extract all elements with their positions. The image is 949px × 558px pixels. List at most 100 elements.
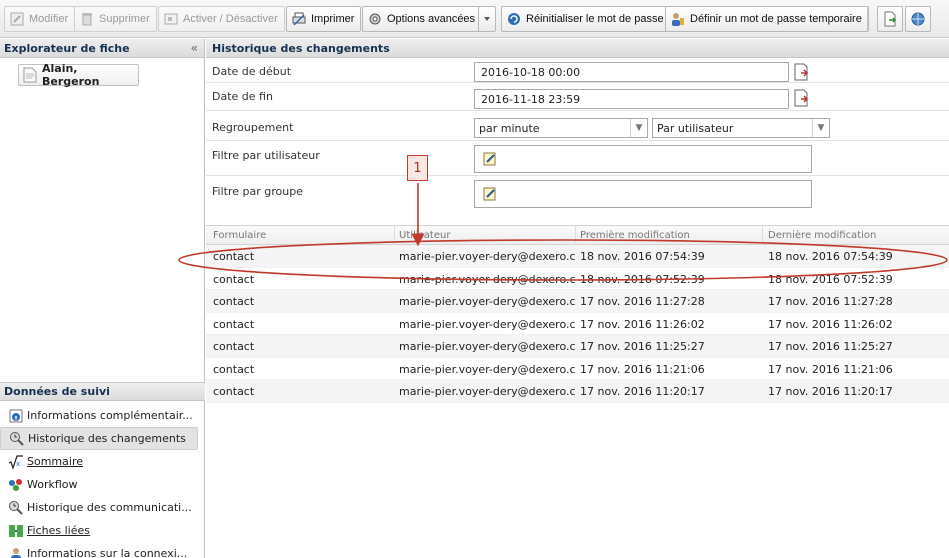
start-date-row: Date de début 2016-10-18 00:00 [206,59,949,83]
left-panel: Explorateur de fiche « Alain, Bergeron D… [0,39,205,558]
toolbar: Modifier Supprimer Activer / Désactiver … [0,0,949,38]
help-button[interactable] [905,6,931,32]
advanced-options-button[interactable]: Options avancées [362,6,483,32]
cell-last-modification: 18 nov. 2016 07:52:39 [768,272,893,286]
cell-user: marie-pier.voyer-dery@dexero.c [399,362,575,376]
reset-password-button[interactable]: Réinitialiser le mot de passe [501,6,671,32]
table-row[interactable]: contact marie-pier.voyer-dery@dexero.c 1… [206,358,949,380]
change-history-header: Historique des changements [206,39,949,58]
history-icon [10,431,24,446]
grouping-select[interactable]: par minute ▼ [474,118,648,138]
cell-last-modification: 17 nov. 2016 11:20:17 [768,385,893,398]
toggle-icon [164,13,178,25]
column-divider[interactable] [575,226,576,245]
print-icon [292,12,306,26]
grouping-row: Regroupement par minute ▼ Par utilisateu… [206,112,949,141]
tracking-title: Données de suivi [4,385,110,398]
history-table: Formulaire Utilisateur Première modifica… [206,225,949,403]
table-row[interactable]: contact marie-pier.voyer-dery@dexero.c 1… [206,268,949,290]
edit-icon[interactable] [482,186,498,202]
end-date-input[interactable]: 2016-11-18 23:59 [474,89,789,109]
info-icon [9,409,23,422]
table-row[interactable]: contact marie-pier.voyer-dery@dexero.c 1… [206,245,949,268]
delete-button[interactable]: Supprimer [74,6,157,32]
tracking-panel: Données de suivi Informations complément… [0,382,205,558]
history-icon [9,500,23,515]
export-button[interactable] [877,6,903,32]
column-header-user[interactable]: Utilisateur [399,230,450,241]
table-row[interactable]: contact marie-pier.voyer-dery@dexero.c 1… [206,380,949,403]
document-icon [23,67,37,83]
nav-item-label: Informations sur la connexi... [27,547,188,558]
calendar-icon[interactable] [792,63,810,81]
record-button[interactable]: Alain, Bergeron [18,62,139,88]
nav-item-workflow[interactable]: Workflow [0,473,205,496]
calendar-icon[interactable] [792,89,810,107]
user-filter-label: Filtre par utilisateur [212,149,320,162]
end-date-label: Date de fin [212,90,273,103]
edit-icon[interactable] [482,151,498,167]
temporary-password-button-label: Définir un mot de passe temporaire [690,13,862,25]
user-icon [11,547,21,558]
temporary-password-icon [672,13,684,26]
nav-item-linked-records[interactable]: Fiches liées [0,519,205,542]
user-filter-row: Filtre par utilisateur [206,142,949,176]
temporary-password-button[interactable]: Définir un mot de passe temporaire [665,6,869,32]
cell-first-modification: 17 nov. 2016 11:27:28 [580,295,705,308]
nav-item-connection-info[interactable]: Informations sur la connexi... [0,542,205,558]
cell-first-modification: 18 nov. 2016 07:52:39 [580,272,705,286]
group-filter-input[interactable] [474,180,812,208]
table-row[interactable]: contact marie-pier.voyer-dery@dexero.c 1… [206,290,949,313]
tracking-header: Données de suivi [0,382,205,401]
workflow-icon [9,478,22,491]
cell-user: marie-pier.voyer-dery@dexero.c [399,340,575,353]
nav-item-communications-history[interactable]: Historique des communicati... [0,496,205,519]
cell-last-modification: 17 nov. 2016 11:25:27 [768,340,893,353]
nav-item-change-history[interactable]: Historique des changements [0,427,198,450]
tracking-list: Informations complémentair... Historique… [0,401,205,558]
nav-item-label: Fiches liées [27,524,90,537]
gear-icon [369,13,381,25]
end-date-row: Date de fin 2016-11-18 23:59 [206,84,949,111]
chevron-down-icon[interactable]: ▼ [812,119,829,137]
user-filter-input[interactable] [474,145,812,173]
cell-form: contact [213,362,255,376]
table-row[interactable]: contact marie-pier.voyer-dery@dexero.c 1… [206,335,949,358]
toggle-active-button[interactable]: Activer / Désactiver [158,6,285,32]
modify-button[interactable]: Modifier [4,6,76,32]
nav-item-summary[interactable]: x Sommaire [0,450,205,473]
change-history-panel: Historique des changements Date de début… [206,39,949,558]
record-name: Alain, Bergeron [42,62,100,88]
advanced-options-dropdown[interactable] [478,6,496,32]
column-divider[interactable] [394,226,395,245]
reset-password-button-label: Réinitialiser le mot de passe [526,13,664,25]
cell-form: contact [213,272,255,286]
chevron-down-icon[interactable]: ▼ [630,119,647,137]
cell-form: contact [213,385,255,398]
column-header-form[interactable]: Formulaire [213,230,266,241]
cell-last-modification: 17 nov. 2016 11:26:02 [768,317,893,331]
start-date-input[interactable]: 2016-10-18 00:00 [474,62,789,82]
cell-user: marie-pier.voyer-dery@dexero.c [399,295,575,308]
column-header-last-modification[interactable]: Dernière modification [768,230,876,241]
print-button[interactable]: Imprimer [286,6,362,32]
panel-splitter[interactable] [0,377,205,381]
cell-last-modification: 18 nov. 2016 07:54:39 [768,250,893,263]
grouping-by-value: Par utilisateur [657,121,734,135]
table-row[interactable]: contact marie-pier.voyer-dery@dexero.c 1… [206,313,949,335]
column-header-first-modification[interactable]: Première modification [580,230,690,241]
edit-icon [10,12,24,26]
toggle-active-button-label: Activer / Désactiver [183,13,278,25]
cell-last-modification: 17 nov. 2016 11:27:28 [768,295,893,308]
column-divider[interactable] [762,226,763,245]
nav-item-additional-info[interactable]: Informations complémentair... [0,404,205,427]
start-date-label: Date de début [212,65,292,78]
toolbar-separator [867,6,868,32]
cell-user: marie-pier.voyer-dery@dexero.c [399,317,575,331]
svg-text:x: x [16,460,20,468]
cell-form: contact [213,295,255,308]
cell-form: contact [213,317,255,331]
grouping-by-select[interactable]: Par utilisateur ▼ [652,118,830,138]
annotation-callout: 1 [407,155,428,181]
collapse-icon[interactable]: « [191,41,198,55]
